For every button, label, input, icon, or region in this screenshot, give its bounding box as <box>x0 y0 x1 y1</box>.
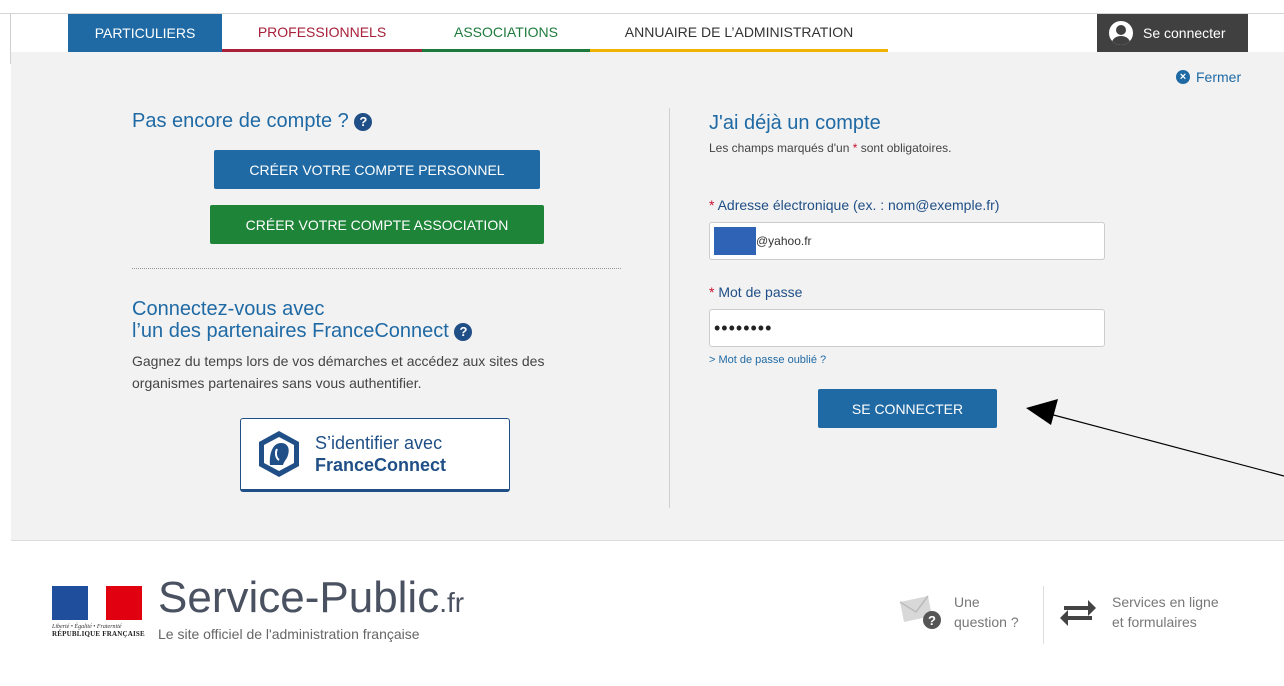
tab-particuliers[interactable]: PARTICULIERS <box>68 14 222 52</box>
required-star: * <box>852 141 858 155</box>
email-field[interactable]: @yahoo.fr <box>709 222 1105 260</box>
help-icon[interactable]: ? <box>454 322 473 341</box>
login-toggle-button[interactable]: Se connecter <box>1097 14 1248 52</box>
password-field[interactable]: •••••••• <box>709 309 1105 347</box>
main-nav: PARTICULIERS PROFESSIONNELS ASSOCIATIONS… <box>68 14 888 52</box>
franceconnect-button-line1: S’identifier avec <box>315 433 443 453</box>
services-link[interactable]: Services en ligne et formulaires <box>1058 592 1219 632</box>
submit-login-button[interactable]: SE CONNECTER <box>818 389 997 428</box>
column-separator <box>669 108 670 508</box>
user-icon <box>1109 21 1133 45</box>
question-line2: question ? <box>954 614 1019 630</box>
marianne-logo <box>52 582 148 622</box>
create-association-account-button[interactable]: CRÉER VOTRE COMPTE ASSOCIATION <box>210 205 544 244</box>
forgot-password-link[interactable]: > Mot de passe oublié ? <box>709 354 826 366</box>
question-line1: Une <box>954 594 980 610</box>
svg-text:?: ? <box>928 613 936 628</box>
new-account-title: Pas encore de compte ? ? <box>132 110 373 133</box>
tab-professionnels[interactable]: PROFESSIONNELS <box>222 14 422 52</box>
franceconnect-description: Gagnez du temps lors de vos démarches et… <box>132 353 545 391</box>
password-value: •••••••• <box>714 317 773 338</box>
site-subtitle: Le site officiel de l'administration fra… <box>158 626 420 642</box>
franceconnect-button[interactable]: S’identifier avec FranceConnect <box>240 418 510 492</box>
email-label: * Adresse électronique (ex. : nom@exempl… <box>709 197 999 213</box>
login-label: Se connecter <box>1143 25 1226 41</box>
required-star: * <box>709 197 715 213</box>
required-fields-note: Les champs marqués d'un * sont obligatoi… <box>709 141 951 155</box>
site-logo-text[interactable]: Service-Public.fr <box>158 576 464 625</box>
required-star: * <box>709 284 715 300</box>
create-personal-account-button[interactable]: CRÉER VOTRE COMPTE PERSONNEL <box>214 150 540 189</box>
required-note-before: Les champs marqués d'un <box>709 141 850 155</box>
help-icon[interactable]: ? <box>354 112 373 131</box>
franceconnect-button-text: S’identifier avec FranceConnect <box>315 432 446 476</box>
services-text: Services en ligne et formulaires <box>1112 592 1219 632</box>
franceconnect-icon <box>259 431 299 477</box>
close-button[interactable]: × Fermer <box>1176 69 1241 85</box>
question-link[interactable]: ? Une question ? <box>898 592 1019 632</box>
dotted-separator <box>132 268 621 269</box>
email-value: @yahoo.fr <box>756 234 812 248</box>
republique-francaise-text: RÉPUBLIQUE FRANÇAISE <box>52 630 145 638</box>
tab-associations[interactable]: ASSOCIATIONS <box>422 14 590 52</box>
franceconnect-button-line2: FranceConnect <box>315 455 447 475</box>
franceconnect-title-line2: l’un des partenaires FranceConnect <box>132 320 449 342</box>
services-line1: Services en ligne <box>1112 594 1219 610</box>
close-circle-icon: × <box>1176 70 1190 84</box>
exchange-arrows-icon <box>1060 600 1096 626</box>
republique-francaise-logo[interactable]: Liberté • Égalité • Fraternité RÉPUBLIQU… <box>52 582 148 638</box>
question-text: Une question ? <box>954 592 1019 632</box>
site-tld: .fr <box>439 587 465 618</box>
password-label: * Mot de passe <box>709 284 802 300</box>
new-account-title-text: Pas encore de compte ? <box>132 110 349 132</box>
required-note-after: sont obligatoires. <box>860 141 952 155</box>
footer-separator <box>1043 586 1044 644</box>
mail-question-icon: ? <box>899 595 941 629</box>
site-name: Service-Public <box>158 573 440 622</box>
tab-annuaire[interactable]: ANNUAIRE DE L’ADMINISTRATION <box>590 14 888 52</box>
services-line2: et formulaires <box>1112 614 1197 630</box>
redaction-box <box>714 227 756 255</box>
franceconnect-title-line1: Connectez-vous avec <box>132 298 325 320</box>
password-label-text: Mot de passe <box>718 284 803 300</box>
existing-account-title: J'ai déjà un compte <box>709 112 881 134</box>
email-label-text: Adresse électronique (ex. : nom@exemple.… <box>717 197 1000 213</box>
franceconnect-title: Connectez-vous avec l’un des partenaires… <box>132 298 473 342</box>
close-label: Fermer <box>1196 69 1242 85</box>
